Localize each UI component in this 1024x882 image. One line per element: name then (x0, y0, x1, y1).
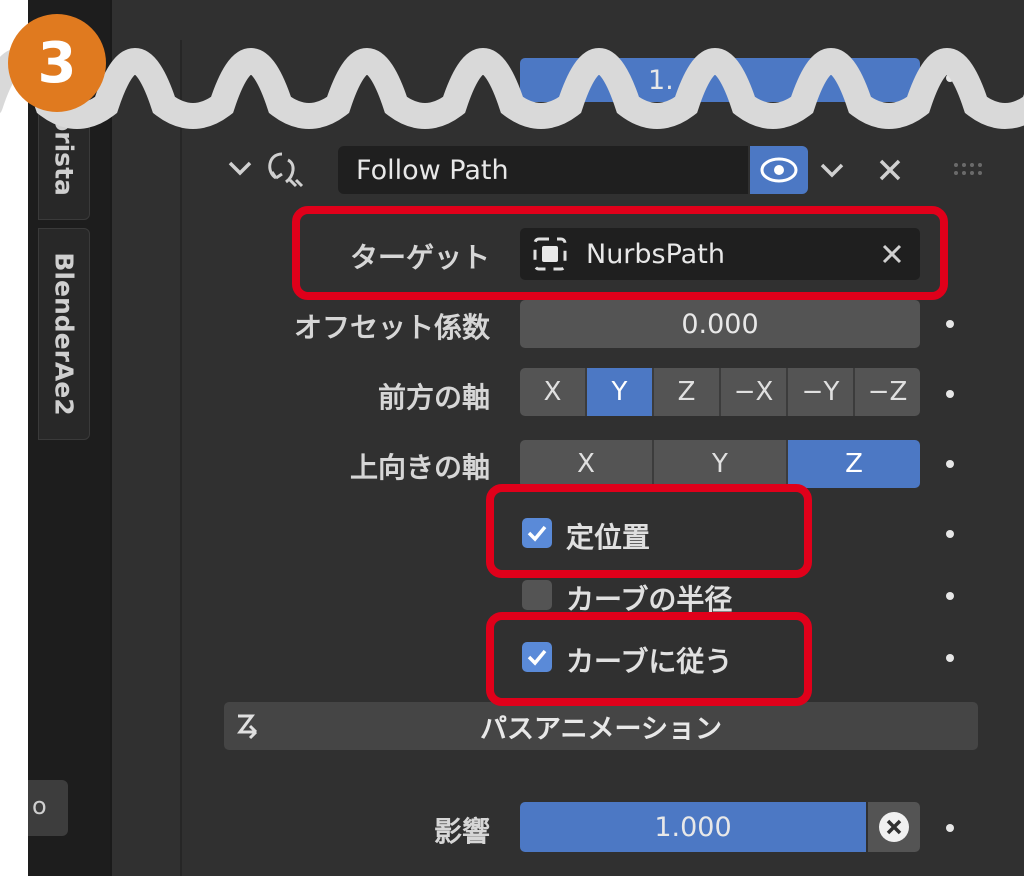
offset-label: オフセット係数 (293, 311, 490, 344)
drag-handle-icon[interactable] (950, 160, 990, 180)
sidebar-tab-label: BlenderAe2 (49, 252, 79, 416)
forward-axis-option-0[interactable]: X (520, 368, 587, 416)
up-axis-option-0[interactable]: X (520, 440, 654, 488)
up-axis-option-2[interactable]: Z (788, 440, 920, 488)
disable-keep-transform-icon[interactable] (868, 802, 920, 852)
keyframe-dot[interactable] (946, 654, 954, 662)
influence-label: 影響 (433, 815, 490, 848)
decorative-wave (0, 48, 1024, 129)
follow-path-icon (258, 146, 308, 192)
highlight-target (292, 206, 948, 300)
curve-radius-checkbox[interactable] (522, 580, 552, 610)
highlight-fixed-position (486, 484, 812, 578)
highlight-follow-curve (486, 612, 812, 706)
influence-value-text: 1.000 (654, 811, 732, 843)
content-edge (180, 40, 182, 876)
sidebar-bottom-tab-label: o (32, 792, 47, 820)
influence-field[interactable]: 1.000 (520, 802, 866, 852)
offset-field[interactable]: 0.000 (520, 300, 920, 348)
forward-axis-label: 前方の軸 (377, 381, 490, 414)
step-badge-number: 3 (37, 30, 77, 96)
forward-axis-option-2[interactable]: Z (654, 368, 721, 416)
sidebar-bottom-tab[interactable]: o (28, 780, 68, 836)
forward-axis-selector[interactable]: X Y Z −X −Y −Z (520, 368, 920, 416)
step-badge: 3 (8, 14, 106, 112)
keyframe-dot[interactable] (946, 530, 954, 538)
keyframe-dot[interactable] (946, 390, 954, 398)
animate-path-label: パスアニメーション (480, 713, 722, 745)
animate-path-icon (232, 708, 272, 744)
constraint-name-text: Follow Path (356, 154, 509, 186)
constraint-menu-chevron-icon[interactable] (814, 152, 850, 188)
keyframe-dot[interactable] (946, 460, 954, 468)
close-icon[interactable] (872, 152, 908, 188)
offset-value-text: 0.000 (681, 308, 759, 340)
forward-axis-option-5[interactable]: −Z (855, 368, 920, 416)
up-axis-selector[interactable]: XYZ (520, 440, 920, 488)
forward-axis-option-1[interactable]: Y (587, 368, 654, 416)
keyframe-dot[interactable] (946, 320, 954, 328)
sidebar-tab-blenderae2[interactable]: BlenderAe2 (38, 228, 90, 440)
up-axis-label: 上向きの軸 (349, 451, 490, 484)
eye-icon[interactable] (750, 146, 808, 194)
constraint-name-field[interactable]: Follow Path (338, 146, 748, 194)
up-axis-option-1[interactable]: Y (654, 440, 788, 488)
animate-path-button[interactable]: パスアニメーション (224, 702, 978, 750)
chevron-down-icon[interactable] (222, 150, 258, 186)
keyframe-dot[interactable] (946, 824, 954, 832)
forward-axis-option-4[interactable]: −Y (788, 368, 855, 416)
forward-axis-option-3[interactable]: −X (721, 368, 788, 416)
keyframe-dot[interactable] (946, 592, 954, 600)
